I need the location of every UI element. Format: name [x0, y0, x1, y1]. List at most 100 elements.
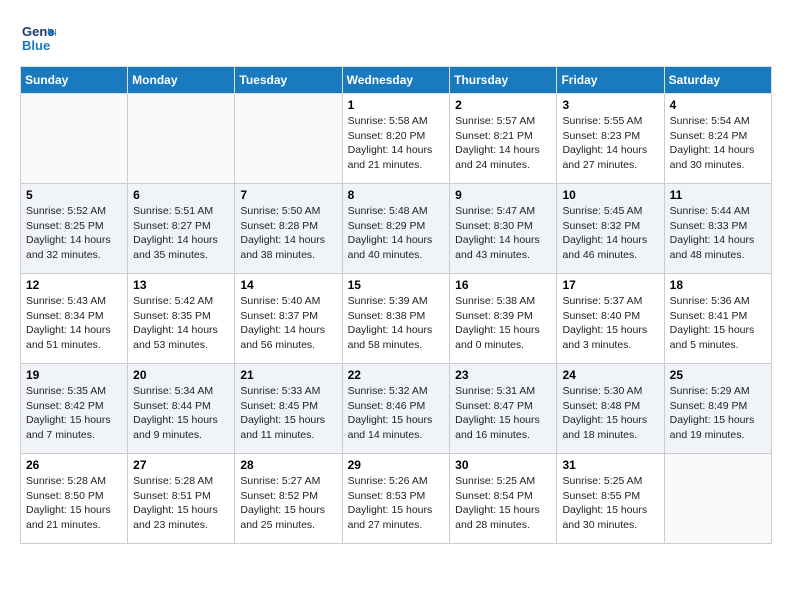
calendar-cell: 5 Sunrise: 5:52 AM Sunset: 8:25 PM Daylig… [21, 184, 128, 274]
calendar-week-row: 19 Sunrise: 5:35 AM Sunset: 8:42 PM Dayli… [21, 364, 772, 454]
calendar-cell: 6 Sunrise: 5:51 AM Sunset: 8:27 PM Daylig… [128, 184, 235, 274]
calendar-cell: 8 Sunrise: 5:48 AM Sunset: 8:29 PM Daylig… [342, 184, 450, 274]
day-number: 4 [670, 98, 766, 112]
col-header-tuesday: Tuesday [235, 67, 342, 94]
day-number: 10 [562, 188, 658, 202]
day-number: 25 [670, 368, 766, 382]
calendar-cell: 31 Sunrise: 5:25 AM Sunset: 8:55 PM Dayli… [557, 454, 664, 544]
calendar-cell: 18 Sunrise: 5:36 AM Sunset: 8:41 PM Dayli… [664, 274, 771, 364]
svg-text:Blue: Blue [22, 38, 50, 53]
day-info: Sunrise: 5:42 AM Sunset: 8:35 PM Dayligh… [133, 294, 229, 353]
col-header-thursday: Thursday [450, 67, 557, 94]
calendar-cell: 28 Sunrise: 5:27 AM Sunset: 8:52 PM Dayli… [235, 454, 342, 544]
day-number: 26 [26, 458, 122, 472]
col-header-friday: Friday [557, 67, 664, 94]
calendar-cell [664, 454, 771, 544]
calendar-table: SundayMondayTuesdayWednesdayThursdayFrid… [20, 66, 772, 544]
day-info: Sunrise: 5:28 AM Sunset: 8:51 PM Dayligh… [133, 474, 229, 533]
calendar-cell: 9 Sunrise: 5:47 AM Sunset: 8:30 PM Daylig… [450, 184, 557, 274]
day-info: Sunrise: 5:47 AM Sunset: 8:30 PM Dayligh… [455, 204, 551, 263]
calendar-cell: 20 Sunrise: 5:34 AM Sunset: 8:44 PM Dayli… [128, 364, 235, 454]
logo-icon: General Blue [20, 20, 56, 56]
day-info: Sunrise: 5:30 AM Sunset: 8:48 PM Dayligh… [562, 384, 658, 443]
day-info: Sunrise: 5:37 AM Sunset: 8:40 PM Dayligh… [562, 294, 658, 353]
calendar-cell: 26 Sunrise: 5:28 AM Sunset: 8:50 PM Dayli… [21, 454, 128, 544]
calendar-cell: 11 Sunrise: 5:44 AM Sunset: 8:33 PM Dayli… [664, 184, 771, 274]
calendar-cell: 15Sunrise: 5:39 AM Sunset: 8:38 PM Dayli… [342, 274, 450, 364]
calendar-cell: 13Sunrise: 5:42 AM Sunset: 8:35 PM Dayli… [128, 274, 235, 364]
day-number: 9 [455, 188, 551, 202]
day-number: 8 [348, 188, 445, 202]
day-info: Sunrise: 5:32 AM Sunset: 8:46 PM Dayligh… [348, 384, 445, 443]
day-number: 23 [455, 368, 551, 382]
day-info: Sunrise: 5:55 AM Sunset: 8:23 PM Dayligh… [562, 114, 658, 173]
page-header: General Blue [20, 20, 772, 56]
day-number: 28 [240, 458, 336, 472]
day-info: Sunrise: 5:29 AM Sunset: 8:49 PM Dayligh… [670, 384, 766, 443]
day-info: Sunrise: 5:54 AM Sunset: 8:24 PM Dayligh… [670, 114, 766, 173]
calendar-cell: 25 Sunrise: 5:29 AM Sunset: 8:49 PM Dayli… [664, 364, 771, 454]
calendar-cell: 22 Sunrise: 5:32 AM Sunset: 8:46 PM Dayli… [342, 364, 450, 454]
col-header-wednesday: Wednesday [342, 67, 450, 94]
day-info: Sunrise: 5:44 AM Sunset: 8:33 PM Dayligh… [670, 204, 766, 263]
day-info: Sunrise: 5:27 AM Sunset: 8:52 PM Dayligh… [240, 474, 336, 533]
day-info: Sunrise: 5:35 AM Sunset: 8:42 PM Dayligh… [26, 384, 122, 443]
col-header-sunday: Sunday [21, 67, 128, 94]
calendar-cell: 2 Sunrise: 5:57 AM Sunset: 8:21 PM Daylig… [450, 94, 557, 184]
day-number: 1 [348, 98, 445, 112]
calendar-cell: 14 Sunrise: 5:40 AM Sunset: 8:37 PM Dayli… [235, 274, 342, 364]
day-number: 29 [348, 458, 445, 472]
day-info: Sunrise: 5:52 AM Sunset: 8:25 PM Dayligh… [26, 204, 122, 263]
day-number: 12 [26, 278, 122, 292]
day-info: Sunrise: 5:50 AM Sunset: 8:28 PM Dayligh… [240, 204, 336, 263]
calendar-week-row: 26 Sunrise: 5:28 AM Sunset: 8:50 PM Dayli… [21, 454, 772, 544]
day-info: Sunrise: 5:36 AM Sunset: 8:41 PM Dayligh… [670, 294, 766, 353]
calendar-cell: 16Sunrise: 5:38 AM Sunset: 8:39 PM Dayli… [450, 274, 557, 364]
day-info: Sunrise: 5:43 AM Sunset: 8:34 PM Dayligh… [26, 294, 122, 353]
day-number: 24 [562, 368, 658, 382]
day-number: 3 [562, 98, 658, 112]
day-info: Sunrise: 5:45 AM Sunset: 8:32 PM Dayligh… [562, 204, 658, 263]
day-info: Sunrise: 5:51 AM Sunset: 8:27 PM Dayligh… [133, 204, 229, 263]
day-info: Sunrise: 5:25 AM Sunset: 8:55 PM Dayligh… [562, 474, 658, 533]
day-number: 22 [348, 368, 445, 382]
day-number: 6 [133, 188, 229, 202]
calendar-cell: 29Sunrise: 5:26 AM Sunset: 8:53 PM Dayli… [342, 454, 450, 544]
day-number: 20 [133, 368, 229, 382]
day-number: 18 [670, 278, 766, 292]
calendar-cell: 7Sunrise: 5:50 AM Sunset: 8:28 PM Daylig… [235, 184, 342, 274]
calendar-cell [21, 94, 128, 184]
day-info: Sunrise: 5:58 AM Sunset: 8:20 PM Dayligh… [348, 114, 445, 173]
calendar-cell: 27Sunrise: 5:28 AM Sunset: 8:51 PM Dayli… [128, 454, 235, 544]
calendar-cell: 21 Sunrise: 5:33 AM Sunset: 8:45 PM Dayli… [235, 364, 342, 454]
day-number: 15 [348, 278, 445, 292]
day-info: Sunrise: 5:48 AM Sunset: 8:29 PM Dayligh… [348, 204, 445, 263]
day-number: 31 [562, 458, 658, 472]
day-number: 5 [26, 188, 122, 202]
day-info: Sunrise: 5:25 AM Sunset: 8:54 PM Dayligh… [455, 474, 551, 533]
calendar-cell [128, 94, 235, 184]
calendar-week-row: 12 Sunrise: 5:43 AM Sunset: 8:34 PM Dayli… [21, 274, 772, 364]
calendar-cell: 4 Sunrise: 5:54 AM Sunset: 8:24 PM Daylig… [664, 94, 771, 184]
day-number: 11 [670, 188, 766, 202]
day-info: Sunrise: 5:34 AM Sunset: 8:44 PM Dayligh… [133, 384, 229, 443]
day-info: Sunrise: 5:57 AM Sunset: 8:21 PM Dayligh… [455, 114, 551, 173]
day-info: Sunrise: 5:28 AM Sunset: 8:50 PM Dayligh… [26, 474, 122, 533]
calendar-header-row: SundayMondayTuesdayWednesdayThursdayFrid… [21, 67, 772, 94]
day-info: Sunrise: 5:33 AM Sunset: 8:45 PM Dayligh… [240, 384, 336, 443]
day-info: Sunrise: 5:31 AM Sunset: 8:47 PM Dayligh… [455, 384, 551, 443]
day-number: 14 [240, 278, 336, 292]
day-number: 16 [455, 278, 551, 292]
calendar-cell: 12 Sunrise: 5:43 AM Sunset: 8:34 PM Dayli… [21, 274, 128, 364]
calendar-cell: 10 Sunrise: 5:45 AM Sunset: 8:32 PM Dayli… [557, 184, 664, 274]
day-number: 19 [26, 368, 122, 382]
day-info: Sunrise: 5:40 AM Sunset: 8:37 PM Dayligh… [240, 294, 336, 353]
calendar-week-row: 1 Sunrise: 5:58 AM Sunset: 8:20 PM Daylig… [21, 94, 772, 184]
calendar-cell [235, 94, 342, 184]
day-number: 17 [562, 278, 658, 292]
day-number: 30 [455, 458, 551, 472]
calendar-cell: 24 Sunrise: 5:30 AM Sunset: 8:48 PM Dayli… [557, 364, 664, 454]
day-number: 21 [240, 368, 336, 382]
col-header-monday: Monday [128, 67, 235, 94]
day-number: 2 [455, 98, 551, 112]
